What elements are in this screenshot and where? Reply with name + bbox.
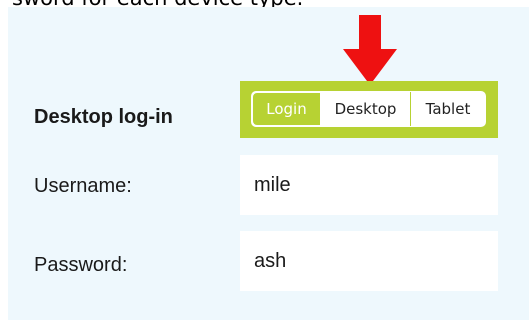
device-tabs: Login Desktop Tablet <box>251 91 486 127</box>
page: sword for each device type. Login Deskto… <box>0 0 529 320</box>
tab-login[interactable]: Login <box>252 92 321 126</box>
tab-tablet[interactable]: Tablet <box>411 92 485 126</box>
username-label: Username: <box>34 175 132 197</box>
password-field[interactable] <box>240 231 498 291</box>
username-field[interactable] <box>240 155 498 215</box>
password-label: Password: <box>34 254 128 276</box>
device-tab-bar: Login Desktop Tablet <box>240 81 498 138</box>
section-title: Desktop log-in <box>34 106 173 128</box>
tab-desktop[interactable]: Desktop <box>321 92 411 126</box>
down-arrow-icon <box>343 15 397 85</box>
